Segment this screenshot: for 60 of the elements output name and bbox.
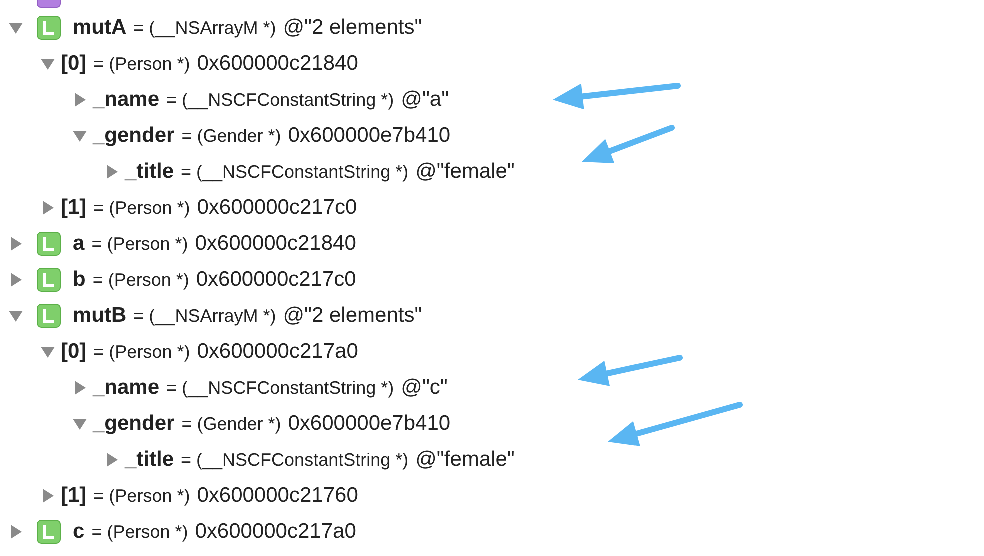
variable-value: 0x600000e7b410 (288, 411, 451, 438)
variable-name: mutA (73, 15, 127, 42)
variable-name: a (73, 231, 85, 258)
variable-type: = (Person *) (94, 52, 190, 76)
variable-type: = (__NSCFConstantString *) (166, 376, 394, 400)
variable-name: _name (93, 87, 160, 114)
variable-name: _title (125, 159, 174, 186)
variable-value: 0x600000c217c0 (196, 267, 356, 294)
variable-type: = (Person *) (94, 340, 190, 364)
variable-value: @"2 elements" (283, 15, 422, 42)
variable-type: = (Person *) (92, 268, 190, 292)
expand-triangle-icon[interactable] (104, 164, 120, 180)
variable-name: mutB (73, 303, 127, 330)
variable-type: = (Gender *) (182, 412, 282, 436)
variable-value: @"female" (416, 159, 515, 186)
variable-name: _gender (93, 123, 175, 150)
variable-name: [0] (61, 339, 87, 366)
variable-type: = (Person *) (92, 520, 188, 544)
variable-name: _gender (93, 411, 175, 438)
variable-value: 0x600000c21760 (197, 483, 358, 510)
variable-name: [1] (61, 195, 87, 222)
variable-type: = (Gender *) (182, 124, 282, 148)
expand-triangle-icon[interactable] (104, 452, 120, 468)
variable-type: = (Person *) (92, 232, 188, 256)
collapse-triangle-icon[interactable] (8, 20, 24, 36)
variable-type: = (__NSCFConstantString *) (181, 448, 409, 472)
variable-type: = (__NSCFConstantString *) (181, 160, 409, 184)
expand-triangle-icon[interactable] (72, 92, 88, 108)
variable-type: = (__NSArrayM *) (134, 304, 276, 328)
variable-value: 0x600000e7b410 (288, 123, 451, 150)
expand-triangle-icon[interactable] (8, 272, 24, 288)
variable-value: @"c" (401, 375, 448, 402)
variable-value: @"female" (416, 447, 515, 474)
variable-name: _title (125, 447, 174, 474)
variable-value: 0x600000c217c0 (197, 195, 358, 222)
variable-name: b (73, 267, 86, 294)
expand-triangle-icon[interactable] (8, 524, 24, 540)
collapse-triangle-icon[interactable] (40, 56, 56, 72)
variable-value: 0x600000c21840 (197, 51, 358, 78)
expand-triangle-icon[interactable] (40, 488, 56, 504)
variable-value: 0x600000c21840 (195, 231, 356, 258)
collapse-triangle-icon[interactable] (72, 416, 88, 432)
expand-triangle-icon[interactable] (72, 380, 88, 396)
variable-type: = (__NSArrayM *) (134, 16, 276, 40)
collapse-triangle-icon[interactable] (40, 344, 56, 360)
variable-type: = (Person *) (94, 484, 190, 508)
collapse-triangle-icon[interactable] (72, 128, 88, 144)
variable-value: @"a" (401, 87, 450, 114)
expand-triangle-icon[interactable] (8, 236, 24, 252)
variable-value: 0x600000c217a0 (195, 519, 356, 546)
variable-name: [0] (61, 51, 87, 78)
variable-name: [1] (61, 483, 87, 510)
variable-name: _name (93, 375, 160, 402)
expand-triangle-icon[interactable] (40, 200, 56, 216)
variable-type: = (Person *) (94, 196, 190, 220)
variable-value: 0x600000c217a0 (197, 339, 358, 366)
variable-value: @"2 elements" (283, 303, 422, 330)
variable-name: c (73, 519, 85, 546)
collapse-triangle-icon[interactable] (8, 308, 24, 324)
variable-type: = (__NSCFConstantString *) (166, 88, 394, 112)
